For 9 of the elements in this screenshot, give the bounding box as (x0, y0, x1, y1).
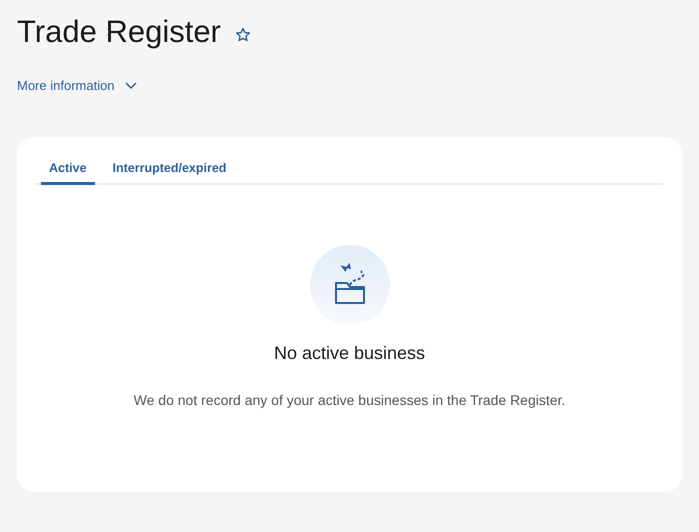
tab[interactable]: Interrupted/expired (104, 155, 234, 185)
star-icon[interactable] (234, 27, 251, 43)
tab[interactable]: Active (41, 155, 95, 185)
chevron-down-icon (124, 82, 137, 90)
folder-icon (310, 245, 390, 325)
page-title: Trade Register (17, 14, 221, 50)
more-information-toggle[interactable]: More information (17, 78, 137, 93)
empty-state-title: No active business (274, 343, 426, 364)
empty-state-message: We do not record any of your active businesses in the Trade Register. (134, 392, 566, 408)
